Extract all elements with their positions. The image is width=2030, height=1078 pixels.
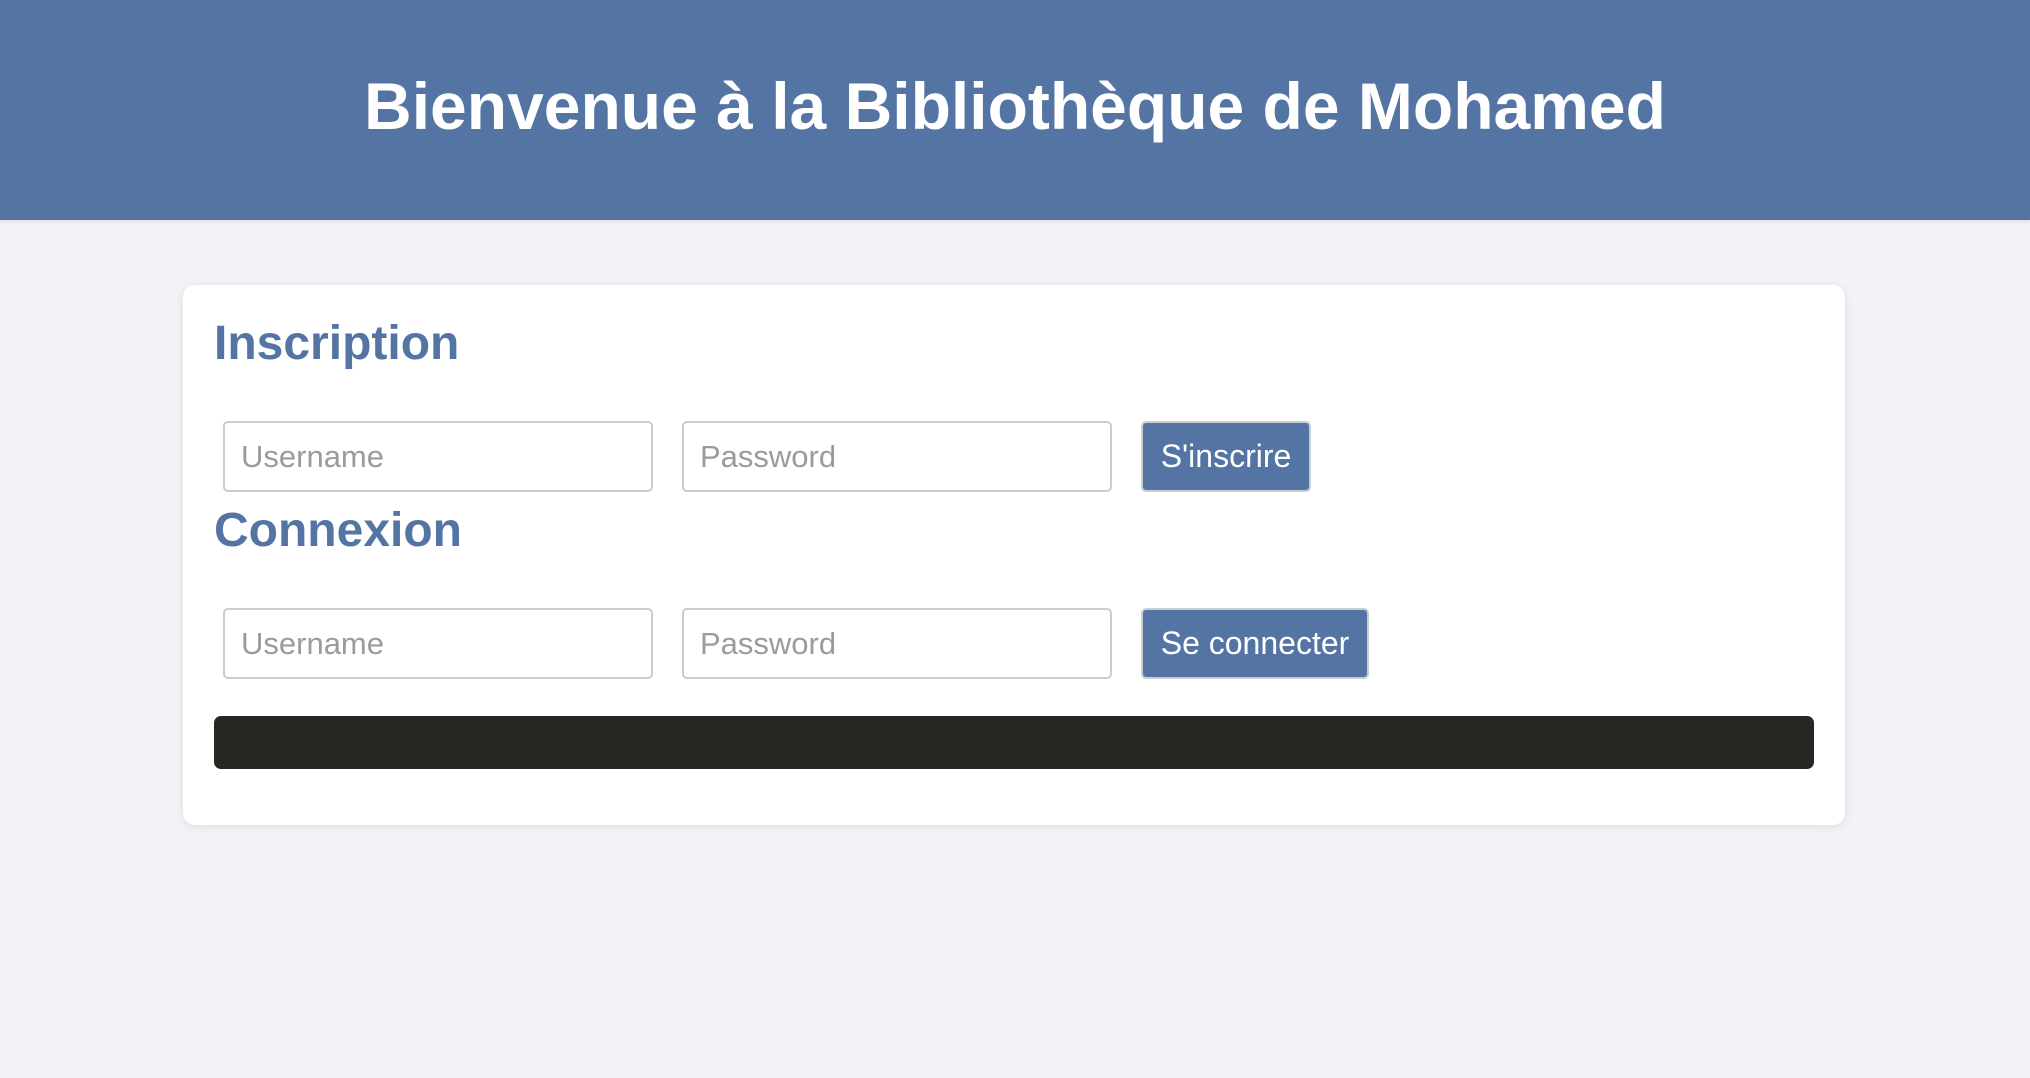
register-username-input[interactable]	[223, 421, 653, 492]
auth-card: Inscription S'inscrire Connexion Se conn…	[183, 285, 1845, 825]
login-password-input[interactable]	[682, 608, 1112, 679]
page-title: Bienvenue à la Bibliothèque de Mohamed	[364, 69, 1666, 143]
register-title: Inscription	[214, 317, 460, 370]
message-bar	[214, 716, 1814, 769]
login-username-input[interactable]	[223, 608, 653, 679]
login-title: Connexion	[214, 504, 462, 557]
login-button[interactable]: Se connecter	[1141, 608, 1369, 679]
register-button[interactable]: S'inscrire	[1141, 421, 1311, 492]
page-header: Bienvenue à la Bibliothèque de Mohamed	[0, 0, 2030, 220]
register-password-input[interactable]	[682, 421, 1112, 492]
